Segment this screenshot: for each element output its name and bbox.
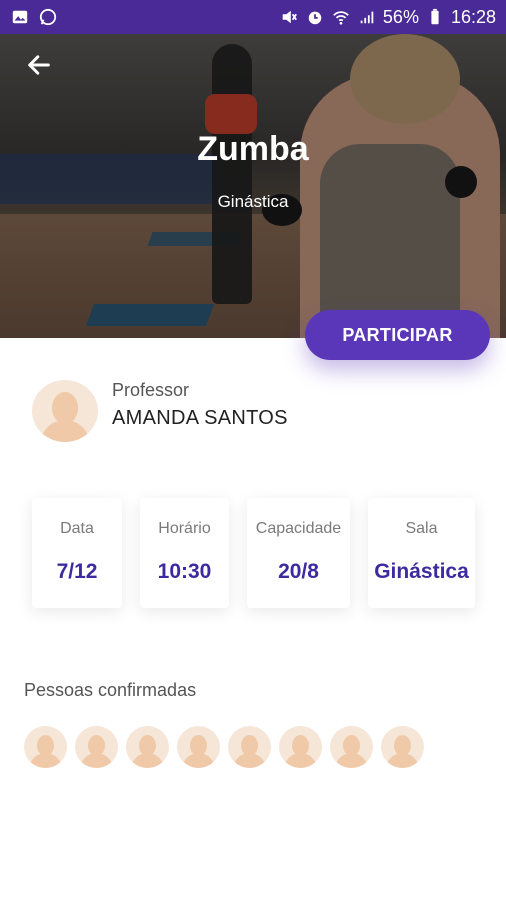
info-card-capacity: Capacidade 20/8	[247, 498, 350, 608]
info-card-value: 7/12	[56, 560, 98, 583]
info-card-time: Horário 10:30	[140, 498, 229, 608]
alarm-icon	[305, 8, 325, 26]
image-notification-icon	[10, 8, 30, 26]
join-button[interactable]: PARTICIPAR	[305, 310, 490, 360]
back-arrow-icon[interactable]	[22, 48, 56, 82]
person-avatar[interactable]	[330, 726, 373, 768]
info-card-label: Sala	[405, 520, 438, 537]
person-avatar[interactable]	[279, 726, 322, 768]
info-card-value: 10:30	[157, 560, 212, 583]
info-card-room: Sala Ginástica	[368, 498, 475, 608]
clock: 16:28	[450, 6, 496, 27]
mute-icon	[279, 8, 299, 26]
wifi-icon	[331, 8, 351, 26]
person-avatar[interactable]	[228, 726, 271, 768]
teacher-name: AMANDA SANTOS	[112, 407, 288, 429]
class-category: Ginástica	[217, 192, 289, 211]
class-title: Zumba	[197, 130, 309, 168]
person-avatar[interactable]	[75, 726, 118, 768]
class-hero-image	[0, 34, 506, 338]
teacher-avatar	[32, 380, 98, 442]
status-bar: 56% 16:28	[0, 0, 506, 34]
teacher-role-label: Professor	[112, 380, 190, 400]
signal-icon	[357, 8, 377, 26]
confirmed-people-list	[24, 726, 424, 768]
person-avatar[interactable]	[177, 726, 220, 768]
battery-icon	[425, 8, 445, 26]
info-card-label: Capacidade	[255, 520, 342, 537]
info-card-value: 20/8	[278, 560, 319, 583]
person-avatar[interactable]	[24, 726, 67, 768]
whatsapp-icon	[38, 8, 58, 26]
info-card-value: Ginástica	[374, 560, 469, 583]
battery-percent: 56%	[382, 6, 419, 27]
person-avatar[interactable]	[126, 726, 169, 768]
info-card-label: Data	[60, 520, 94, 537]
info-card-label: Horário	[158, 520, 211, 537]
person-avatar[interactable]	[381, 726, 424, 768]
confirmed-people-title: Pessoas confirmadas	[24, 680, 197, 700]
info-card-date: Data 7/12	[32, 498, 122, 608]
